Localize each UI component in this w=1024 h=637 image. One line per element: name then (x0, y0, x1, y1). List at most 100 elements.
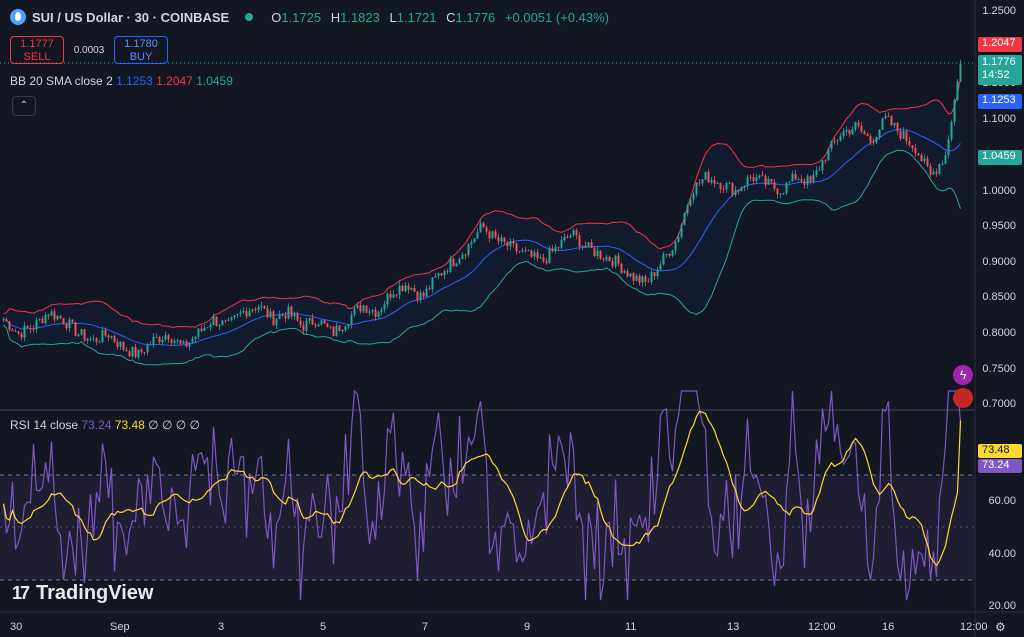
last-price-value: 1.1776 (982, 56, 1016, 68)
price-tick-label: 0.9000 (982, 256, 1016, 268)
candle-body (959, 63, 962, 82)
candle-body (545, 261, 548, 264)
candle-body (497, 237, 500, 242)
candle-body (95, 338, 98, 342)
bb-basis-value: 1.1253 (116, 74, 153, 88)
symbol-title[interactable]: SUI / US Dollar · 30 · COINBASE (32, 10, 229, 25)
buy-button[interactable]: 1.1780 BUY (114, 36, 168, 64)
candle-body (65, 323, 68, 329)
candle-body (473, 238, 476, 243)
bb-name: BB (10, 74, 27, 88)
candle-body (575, 230, 578, 236)
candle-body (446, 271, 449, 272)
chart-canvas[interactable] (0, 0, 1024, 637)
candle-body (149, 344, 152, 346)
candle-body (38, 318, 41, 320)
candle-body (878, 129, 881, 138)
candle-body (59, 315, 62, 319)
rsi-legend[interactable]: RSI 14 close 73.24 73.48 ∅ ∅ ∅ ∅ (10, 418, 200, 432)
time-tick-label: 3 (218, 621, 225, 633)
candle-body (590, 242, 593, 249)
candle-body (143, 352, 146, 353)
candle-body (2, 319, 5, 321)
candle-body (278, 314, 281, 320)
candle-body (797, 179, 800, 181)
candle-body (896, 122, 899, 132)
candle-body (53, 311, 56, 320)
candle-body (872, 141, 875, 143)
lightning-icon[interactable]: ϟ (953, 365, 973, 385)
price-tick-label: 0.7000 (982, 398, 1016, 410)
candle-body (776, 188, 779, 195)
sell-button[interactable]: 1.1777 SELL (10, 36, 64, 64)
candle-body (461, 254, 464, 260)
rsi-params: 14 close (33, 418, 79, 432)
candle-body (311, 317, 314, 325)
candle-body (119, 341, 122, 347)
tradingview-logo[interactable]: 17 TradingView (12, 582, 153, 605)
candle-body (74, 321, 77, 336)
bb-legend[interactable]: BB 20 SMA close 2 1.1253 1.2047 1.0459 (10, 74, 233, 88)
candle-body (920, 155, 923, 161)
collapse-legend-button[interactable]: ⌃ (12, 96, 36, 116)
candle-body (194, 336, 197, 339)
candle-body (287, 306, 290, 319)
brand-text: TradingView (36, 582, 154, 604)
candle-body (224, 320, 227, 322)
candle-body (422, 292, 425, 297)
candle-body (518, 251, 521, 252)
candle-body (179, 340, 182, 344)
candle-body (581, 245, 584, 247)
candle-body (944, 155, 947, 164)
candle-body (503, 237, 506, 242)
candle-body (671, 250, 674, 256)
candle-body (746, 176, 749, 187)
candle-body (704, 171, 707, 180)
candle-body (212, 316, 215, 325)
tradingview-mark-icon: 17 (12, 583, 30, 603)
candle-body (236, 313, 239, 316)
candle-body (494, 231, 497, 238)
candle-body (482, 223, 485, 228)
candle-body (779, 194, 782, 195)
candle-body (587, 242, 590, 248)
candle-body (131, 346, 134, 357)
candle-body (308, 317, 311, 321)
candle-body (713, 180, 716, 184)
candle-body (698, 182, 701, 184)
candle-body (524, 250, 527, 252)
candle-body (410, 287, 413, 290)
candle-body (608, 256, 611, 262)
candle-body (743, 186, 746, 188)
candle-body (542, 257, 545, 262)
candle-body (386, 293, 389, 305)
candle-body (455, 263, 458, 267)
candle-body (773, 182, 776, 189)
candle-body (716, 183, 719, 184)
candle-body (695, 182, 698, 195)
time-tick-label: 12:00 (808, 621, 836, 633)
time-tick-label: 30 (10, 621, 23, 633)
candle-body (935, 171, 938, 174)
candle-body (842, 131, 845, 137)
time-tick-label: 11 (625, 621, 637, 633)
candle-body (338, 325, 341, 332)
bb-params: 20 SMA close 2 (29, 74, 113, 88)
candle-body (836, 140, 839, 142)
candle-body (923, 158, 926, 161)
candle-body (620, 263, 623, 273)
candle-body (767, 178, 770, 185)
ohlc-values: O1.1725 H1.1823 L1.1721 C1.1776 +0.0051 … (271, 9, 609, 25)
candle-body (710, 180, 713, 183)
price-tick-label: 1.1000 (982, 113, 1016, 125)
candle-body (899, 131, 902, 139)
candle-body (230, 317, 233, 320)
high-value: 1.1823 (340, 9, 380, 25)
candles (2, 59, 962, 360)
candle-body (839, 136, 842, 141)
price-tick-label: 0.7500 (982, 363, 1016, 375)
us-flag-icon[interactable] (953, 388, 973, 408)
settings-gear-icon[interactable]: ⚙ (995, 620, 1006, 634)
candle-body (356, 305, 359, 309)
candle-body (41, 318, 44, 324)
